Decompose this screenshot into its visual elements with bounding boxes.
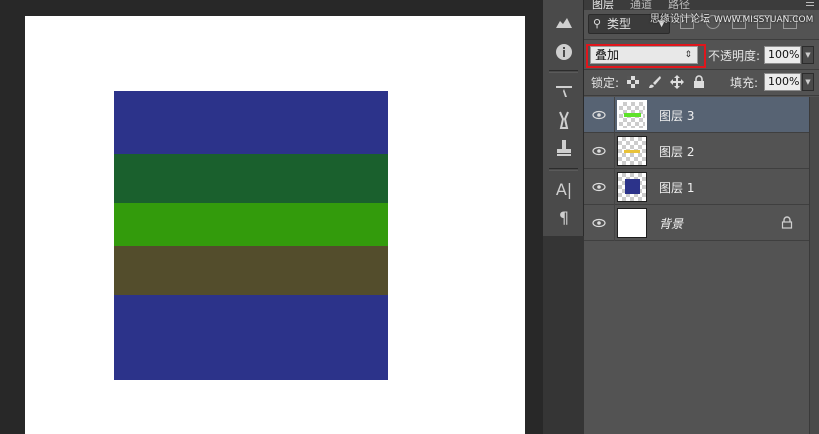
info-icon[interactable] — [551, 40, 577, 64]
strip-divider — [549, 168, 578, 171]
layer-filter-row: ⚲ 类型 ▼ 思缘设计论坛 WWW.MISSYUAN.COM — [584, 10, 819, 40]
panel-dock-strip: A| ¶ — [543, 0, 584, 236]
layer-thumbnail — [617, 136, 647, 166]
brush-settings-icon[interactable] — [551, 80, 577, 104]
lock-transparency-icon[interactable] — [626, 75, 640, 89]
character-glyph: A| — [555, 180, 573, 199]
lock-pixels-icon[interactable] — [648, 75, 662, 89]
thumbnail-blue-square — [625, 179, 640, 194]
layers-scrollbar[interactable] — [809, 97, 819, 434]
divider — [614, 97, 615, 133]
band-green — [114, 203, 388, 246]
fill-label: 填充: — [730, 76, 759, 90]
layers-panel: 图层 通道 路径 ⚲ 类型 ▼ 思缘设计论坛 WWW.MISSYUAN.COM 叠… — [584, 0, 819, 434]
blend-mode-select[interactable]: 叠加 ⇕ — [590, 46, 698, 64]
watermark-url: WWW.MISSYUAN.COM — [714, 15, 814, 25]
eye-icon[interactable] — [592, 108, 606, 122]
thumbnail-green-dash — [624, 113, 641, 117]
layer-row-1[interactable]: 图层 1 — [584, 169, 809, 205]
tab-layers[interactable]: 图层 — [592, 0, 614, 10]
eye-icon[interactable] — [592, 216, 606, 230]
layer-row-background[interactable]: 背景 — [584, 205, 809, 241]
artwork — [114, 91, 388, 380]
band-dark-green — [114, 154, 388, 203]
opacity-dropdown-icon[interactable]: ▼ — [802, 46, 814, 64]
blend-mode-value: 叠加 — [595, 48, 620, 62]
eye-icon[interactable] — [592, 180, 606, 194]
divider — [614, 205, 615, 241]
adjust-icon[interactable] — [551, 12, 577, 36]
layer-name[interactable]: 图层 3 — [659, 107, 694, 124]
paragraph-glyph: ¶ — [558, 208, 570, 227]
eye-icon[interactable] — [592, 144, 606, 158]
opacity-label: 不透明度: — [708, 49, 761, 63]
layer-name[interactable]: 背景 — [659, 215, 683, 232]
fill-dropdown-icon[interactable]: ▼ — [802, 73, 814, 91]
layer-name[interactable]: 图层 1 — [659, 179, 694, 196]
chevron-updown-icon: ⇕ — [684, 50, 692, 60]
opacity-field[interactable]: 100% — [764, 46, 801, 64]
panel-menu-icon[interactable] — [805, 0, 815, 10]
layer-row-3[interactable]: 图层 3 — [584, 97, 809, 133]
lock-icon[interactable] — [781, 216, 793, 229]
watermark: 思缘设计论坛 WWW.MISSYUAN.COM — [650, 10, 813, 25]
document-canvas[interactable] — [25, 16, 525, 434]
lock-label: 锁定: — [591, 76, 620, 90]
panel-tabs: 图层 通道 路径 — [584, 0, 819, 10]
band-olive — [114, 246, 388, 295]
fill-field[interactable]: 100% — [764, 73, 801, 91]
layer-thumbnail — [617, 172, 647, 202]
band-blue-top — [114, 91, 388, 154]
paragraph-icon[interactable]: ¶ — [551, 206, 577, 230]
layer-name[interactable]: 图层 2 — [659, 143, 694, 160]
search-icon: ⚲ — [593, 17, 602, 30]
tab-paths[interactable]: 路径 — [668, 0, 690, 10]
divider — [614, 169, 615, 205]
layer-row-2[interactable]: 图层 2 — [584, 133, 809, 169]
tool-presets-icon[interactable] — [551, 136, 577, 160]
strip-divider — [549, 70, 578, 73]
canvas-workspace — [0, 0, 543, 434]
layer-thumbnail — [617, 208, 647, 238]
character-icon[interactable]: A| — [551, 178, 577, 202]
filter-kind-label: 类型 — [607, 17, 632, 31]
divider — [614, 133, 615, 169]
clone-source-icon[interactable] — [551, 108, 577, 132]
lock-row: 锁定: 填充: 100% ▼ — [584, 70, 819, 96]
watermark-title: 思缘设计论坛 — [650, 14, 710, 25]
thumbnail-yellow-dash — [624, 150, 640, 153]
lock-position-icon[interactable] — [670, 75, 684, 89]
tab-channels[interactable]: 通道 — [630, 0, 652, 10]
lock-all-icon[interactable] — [692, 75, 706, 89]
band-blue-bottom — [114, 295, 388, 380]
blend-row: 叠加 ⇕ 不透明度: 100% ▼ — [584, 40, 819, 70]
layer-thumbnail — [617, 100, 647, 130]
